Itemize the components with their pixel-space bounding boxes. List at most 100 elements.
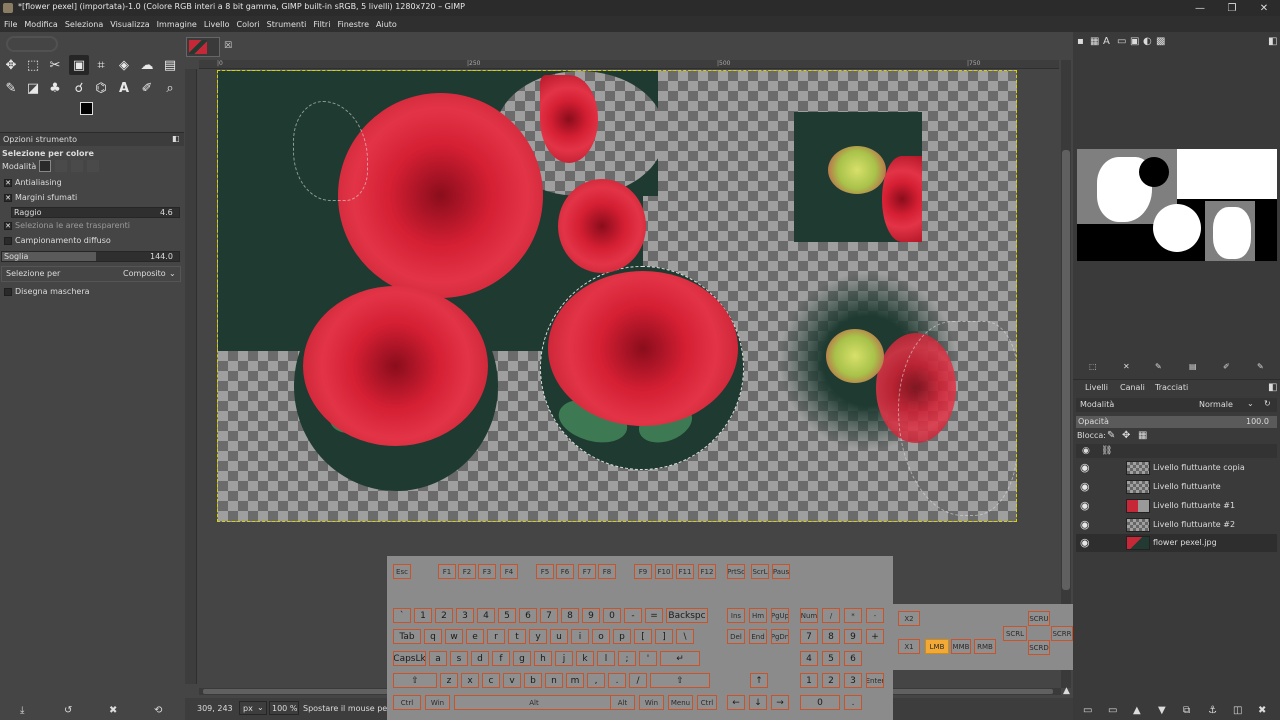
layer-row[interactable]: ◉ Livello fluttuante copia [1076, 459, 1277, 477]
close-tab-icon[interactable]: ☒ [224, 41, 232, 51]
menu-aiuto[interactable]: Aiuto [376, 20, 397, 29]
text-tool-icon[interactable]: A [114, 78, 134, 98]
fuzzy-select-tool-icon[interactable]: ✂ [45, 55, 65, 75]
threshold-slider[interactable]: Soglia 144.0 [1, 251, 180, 262]
sample-merged-checkbox[interactable] [4, 237, 12, 245]
layer-row[interactable]: ◉ flower pexel.jpg [1076, 534, 1277, 552]
menu-finestre[interactable]: Finestre [337, 20, 369, 29]
eye-icon[interactable]: ◉ [1080, 518, 1090, 531]
navigate-icon[interactable]: ▲ [1063, 686, 1070, 696]
save-options-icon[interactable]: ⤓ [20, 705, 24, 716]
patterns-tab-icon[interactable]: ▦ [1090, 36, 1099, 47]
layer-mode-dropdown[interactable]: Modalità Normale ⌄ ↻ [1076, 398, 1277, 412]
maximize-button[interactable]: ❐ [1216, 0, 1248, 16]
opacity-slider[interactable]: Opacità 100.0 [1076, 416, 1277, 428]
crop-tool-icon[interactable]: ⌗ [91, 55, 111, 75]
zoom-dropdown[interactable]: 100 % [269, 701, 299, 715]
eraser-tool-icon[interactable]: ◪ [23, 78, 43, 98]
close-button[interactable]: ✕ [1248, 0, 1280, 16]
delete-options-icon[interactable]: ✖ [109, 705, 117, 716]
color-picker-tool-icon[interactable]: ✐ [137, 78, 157, 98]
mode-subtract-button[interactable] [71, 160, 83, 172]
unit-dropdown[interactable]: px ⌄ [239, 701, 267, 715]
lower-layer-icon[interactable]: ▼ [1158, 705, 1166, 716]
images-tab-icon[interactable]: ▣ [1130, 36, 1139, 47]
menu-filtri[interactable]: Filtri [313, 20, 330, 29]
eye-icon[interactable]: ◉ [1080, 480, 1090, 493]
mode-add-button[interactable] [55, 160, 67, 172]
panel-menu-icon[interactable]: ◧ [172, 134, 180, 143]
layer-row[interactable]: ◉ Livello fluttuante [1076, 478, 1277, 496]
menu-immagine[interactable]: Immagine [157, 20, 197, 29]
panel-menu-icon[interactable]: ◧ [1268, 36, 1277, 47]
lock-pixels-icon[interactable]: ✎ [1107, 430, 1115, 441]
transform-tool-icon[interactable]: ◈ [114, 55, 134, 75]
raise-layer-icon[interactable]: ▲ [1133, 705, 1141, 716]
new-group-icon[interactable]: ▭ [1108, 705, 1117, 716]
mode-reset-icon[interactable]: ↻ [1264, 399, 1271, 408]
horizontal-ruler[interactable]: |0 |250 |500 |750 [199, 60, 1059, 69]
feather-checkbox[interactable]: ✕ [4, 194, 12, 202]
mode-replace-button[interactable] [39, 160, 51, 172]
reset-options-icon[interactable]: ⟲ [154, 705, 162, 716]
select-by-color-tool-icon[interactable]: ▣ [69, 55, 89, 75]
restore-options-icon[interactable]: ↺ [64, 705, 72, 716]
lock-position-icon[interactable]: ✥ [1122, 430, 1130, 441]
paintbrush-tool-icon[interactable]: ✎ [1, 78, 21, 98]
document-history-tab-icon[interactable]: ▭ [1117, 36, 1126, 47]
lock-alpha-icon[interactable]: ▦ [1138, 430, 1147, 441]
menu-colori[interactable]: Colori [237, 20, 260, 29]
vertical-ruler[interactable] [185, 69, 197, 684]
tool-options-tab[interactable]: Opzioni strumento [3, 135, 77, 144]
menu-modifica[interactable]: Modifica [24, 20, 57, 29]
gradients-tab-icon[interactable]: ▩ [1156, 36, 1165, 47]
eye-icon[interactable]: ◉ [1080, 536, 1090, 549]
smudge-tool-icon[interactable]: ☌ [69, 78, 89, 98]
delete-layer-icon[interactable]: ✖ [1258, 705, 1266, 716]
menu-seleziona[interactable]: Seleziona [65, 20, 103, 29]
preview-icon[interactable]: ✕ [1123, 362, 1130, 371]
draw-mask-checkbox[interactable] [4, 288, 12, 296]
menu-livello[interactable]: Livello [204, 20, 230, 29]
brushes-tab-icon[interactable]: ▪ [1077, 36, 1084, 47]
menu-visualizza[interactable]: Visualizza [110, 20, 149, 29]
move-tool-icon[interactable]: ✥ [1, 55, 21, 75]
rect-select-tool-icon[interactable]: ⬚ [23, 55, 43, 75]
mask-layer-icon[interactable]: ◫ [1233, 705, 1242, 716]
clone-tool-icon[interactable]: ♣ [45, 78, 65, 98]
image-canvas[interactable] [217, 70, 1017, 522]
antialiasing-checkbox[interactable]: ✕ [4, 179, 12, 187]
select-by-dropdown[interactable]: Composito ⌄ [1, 266, 181, 282]
tab-paths[interactable]: Tracciati [1155, 383, 1188, 392]
minimize-button[interactable]: — [1184, 0, 1216, 16]
eye-icon[interactable]: ◉ [1080, 461, 1090, 474]
radius-slider[interactable]: Raggio 4.6 [11, 207, 180, 218]
preview-icon[interactable]: ⬚ [1089, 362, 1097, 371]
new-layer-icon[interactable]: ▭ [1083, 705, 1092, 716]
undo-history-tab-icon[interactable]: ◐ [1143, 36, 1152, 47]
preview-icon[interactable]: ✎ [1257, 362, 1264, 371]
select-transparent-checkbox[interactable]: ✕ [4, 222, 12, 230]
flip-tool-icon[interactable]: ▤ [160, 55, 180, 75]
anchor-layer-icon[interactable]: ⚓ [1208, 705, 1217, 716]
image-tab[interactable]: ☒ [186, 37, 232, 57]
preview-icon[interactable]: ✎ [1155, 362, 1162, 371]
eye-icon[interactable]: ◉ [1080, 499, 1090, 512]
vertical-scrollbar[interactable] [1061, 60, 1071, 688]
fonts-tab-icon[interactable]: A [1103, 36, 1110, 47]
foreground-color-swatch[interactable] [80, 102, 93, 115]
duplicate-layer-icon[interactable]: ⧉ [1183, 705, 1190, 716]
warp-tool-icon[interactable]: ☁ [137, 55, 157, 75]
panel-menu-icon[interactable]: ◧ [1268, 382, 1277, 393]
paths-tool-icon[interactable]: ⌬ [91, 78, 111, 98]
tab-layers[interactable]: Livelli [1085, 383, 1108, 392]
menu-file[interactable]: File [4, 20, 17, 29]
mode-intersect-button[interactable] [87, 160, 99, 172]
preview-icon[interactable]: ✐ [1223, 362, 1230, 371]
zoom-tool-icon[interactable]: ⌕ [160, 78, 180, 98]
layer-row[interactable]: ◉ Livello fluttuante #1 [1076, 497, 1277, 515]
preview-icon[interactable]: ▤ [1189, 362, 1197, 371]
scroll-thumb[interactable] [1062, 150, 1070, 590]
layer-row[interactable]: ◉ Livello fluttuante #2 [1076, 516, 1277, 534]
menu-strumenti[interactable]: Strumenti [267, 20, 307, 29]
